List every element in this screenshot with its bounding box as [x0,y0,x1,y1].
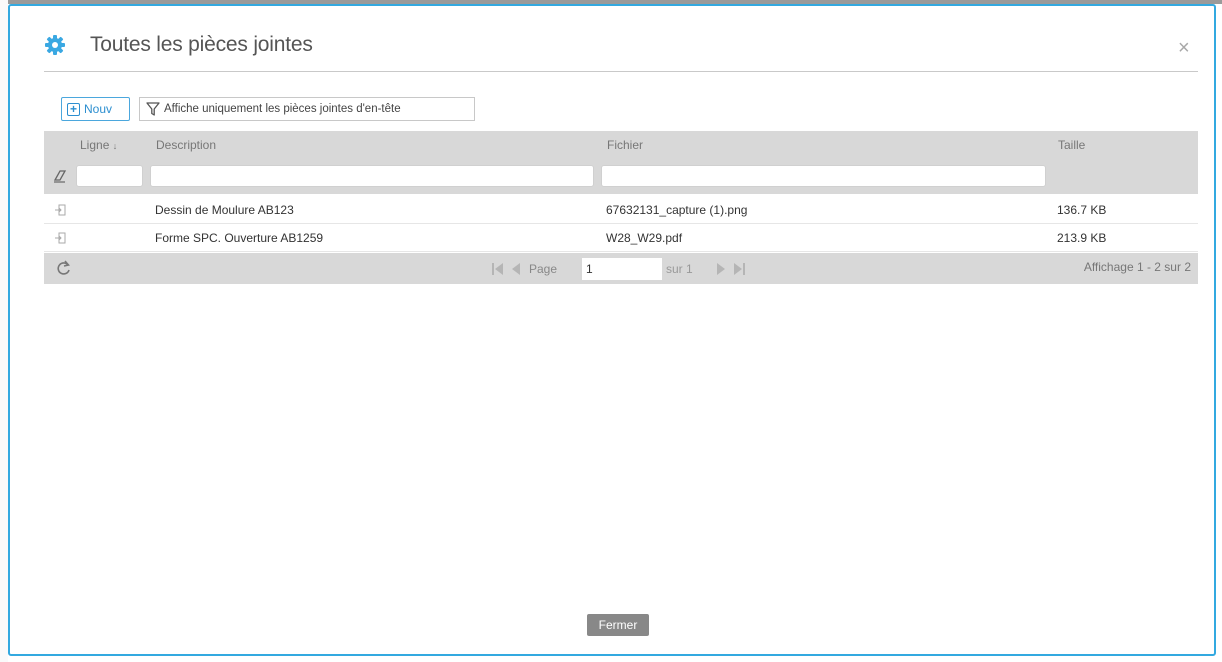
column-header-ligne[interactable]: Ligne ↓ [80,138,117,152]
column-header-taille[interactable]: Taille [1058,138,1085,152]
add-icon: + [67,102,80,116]
row-size: 213.9 KB [1057,231,1107,245]
filter-button-label: Affiche uniquement les pièces jointes d'… [164,103,401,115]
grid-pager: Page sur 1 Affichage 1 - 2 sur 2 [44,253,1198,284]
ligne-filter-input[interactable] [76,165,143,187]
first-page-icon[interactable] [491,262,505,276]
funnel-icon [146,102,160,116]
table-row[interactable]: Dessin de Moulure AB123 67632131_capture… [44,196,1198,224]
next-page-icon[interactable] [714,262,728,276]
table-row[interactable]: Forme SPC. Ouverture AB1259 W28_W29.pdf … [44,224,1198,252]
column-header-description[interactable]: Description [156,138,216,152]
new-button-label: Nouv [84,102,113,116]
row-description: Forme SPC. Ouverture AB1259 [155,231,324,245]
row-description: Dessin de Moulure AB123 [155,203,294,217]
title-divider [44,71,1198,72]
previous-page-icon[interactable] [509,262,523,276]
new-attachment-button[interactable]: + Nouv [61,97,130,121]
record-count-info: Affichage 1 - 2 sur 2 [1083,260,1191,274]
description-filter-input[interactable] [150,165,594,187]
column-header-fichier[interactable]: Fichier [607,138,643,152]
close-icon[interactable]: × [1178,38,1190,58]
row-size: 136.7 KB [1057,203,1107,217]
refresh-icon[interactable] [56,259,72,277]
row-file: W28_W29.pdf [606,231,683,245]
sort-down-icon: ↓ [112,141,118,151]
page-total-label: sur 1 [666,262,693,276]
page-label: Page [529,262,558,276]
row-file: 67632131_capture (1).png [606,203,748,217]
fichier-filter-input[interactable] [601,165,1046,187]
page-number-input[interactable] [582,258,662,280]
last-page-icon[interactable] [732,262,746,276]
dialog-title: Toutes les pièces jointes [90,33,313,56]
clear-filter-icon[interactable] [53,169,67,183]
header-attachments-filter-button[interactable]: Affiche uniquement les pièces jointes d'… [139,97,475,121]
close-button[interactable]: Fermer [587,614,649,636]
attachment-open-icon[interactable] [54,204,66,216]
background-edge [0,0,8,662]
gear-icon [45,35,65,55]
grid-header: Ligne ↓ Description Fichier Taille [44,131,1198,194]
column-label-ligne: Ligne [80,138,110,152]
attachment-open-icon[interactable] [54,232,66,244]
